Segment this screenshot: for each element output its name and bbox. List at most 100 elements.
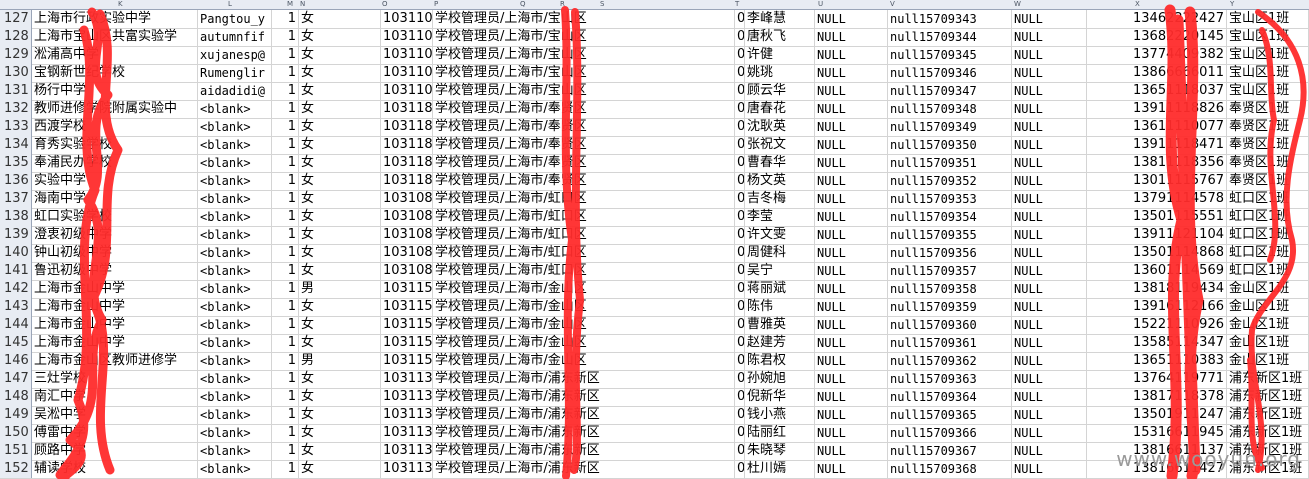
code-cell[interactable]: 103110 <box>381 28 433 46</box>
table-row[interactable]: 146 上海市金山区教师进修学 <blank> 1 男 103115 学校管理员/上海市/金… <box>0 352 1309 371</box>
null-cell[interactable]: NULL <box>1012 226 1087 244</box>
null-cell[interactable]: NULL <box>815 280 888 298</box>
flag-cell[interactable]: 0 <box>735 118 745 136</box>
class-cell[interactable]: 浦东新区1班 <box>1227 424 1309 442</box>
flag-cell[interactable]: 0 <box>735 442 745 460</box>
flag-cell[interactable]: 0 <box>735 352 745 370</box>
class-cell[interactable]: 虹口区1班 <box>1227 262 1309 280</box>
email-cell[interactable]: xujanesp@ <box>198 46 272 64</box>
null-cell[interactable]: NULL <box>815 226 888 244</box>
null-id-cell[interactable]: null15709343 <box>888 10 1012 28</box>
null-cell[interactable]: NULL <box>815 460 888 478</box>
null-id-cell[interactable]: null15709347 <box>888 82 1012 100</box>
school-cell[interactable]: 钟山初级中学 <box>32 244 198 262</box>
code-cell[interactable]: 103110 <box>381 10 433 28</box>
table-row[interactable]: 148 南汇中学 <blank> 1 女 103113 学校管理员/上海市/浦东新区 0 倪新华… <box>0 388 1309 407</box>
school-cell[interactable]: 上海市行政实验中学 <box>32 10 198 28</box>
school-cell[interactable]: 三灶学校 <box>32 370 198 388</box>
column-header-letter[interactable]: S <box>600 0 604 9</box>
null-cell[interactable]: NULL <box>815 316 888 334</box>
gender-cell[interactable]: 女 <box>299 154 381 172</box>
gender-cell[interactable]: 男 <box>299 352 381 370</box>
phone-cell[interactable]: 13911118826 <box>1087 100 1227 118</box>
gender-cell[interactable]: 女 <box>299 226 381 244</box>
phone-cell[interactable]: 13501115551 <box>1087 208 1227 226</box>
row-number[interactable]: 151 <box>0 442 32 460</box>
email-cell[interactable]: <blank> <box>198 460 272 478</box>
school-cell[interactable]: 辅读学校 <box>32 460 198 478</box>
phone-cell[interactable]: 13911118471 <box>1087 136 1227 154</box>
table-row[interactable]: 134 育秀实验学校 <blank> 1 女 103118 学校管理员/上海市/奉贤区 0 张祝… <box>0 136 1309 155</box>
table-row[interactable]: 133 西渡学校 <blank> 1 女 103118 学校管理员/上海市/奉贤区 0 沈耿英 N… <box>0 118 1309 137</box>
null-cell[interactable]: NULL <box>815 172 888 190</box>
count-cell[interactable]: 1 <box>272 118 299 136</box>
null-id-cell[interactable]: null15709361 <box>888 334 1012 352</box>
null-id-cell[interactable]: null15709356 <box>888 244 1012 262</box>
row-number[interactable]: 130 <box>0 64 32 82</box>
flag-cell[interactable]: 0 <box>735 316 745 334</box>
name-cell[interactable]: 陈伟 <box>745 298 815 316</box>
flag-cell[interactable]: 0 <box>735 280 745 298</box>
table-row[interactable]: 151 顾路中学 <blank> 1 女 103113 学校管理员/上海市/浦东新区 0 朱晓琴… <box>0 442 1309 461</box>
name-cell[interactable]: 沈耿英 <box>745 118 815 136</box>
null-id-cell[interactable]: null15709350 <box>888 136 1012 154</box>
null-id-cell[interactable]: null15709344 <box>888 28 1012 46</box>
school-cell[interactable]: 吴淞中学 <box>32 406 198 424</box>
flag-cell[interactable]: 0 <box>735 406 745 424</box>
class-cell[interactable]: 金山区1班 <box>1227 280 1309 298</box>
name-cell[interactable]: 许文雯 <box>745 226 815 244</box>
email-cell[interactable]: <blank> <box>198 424 272 442</box>
gender-cell[interactable]: 女 <box>299 424 381 442</box>
name-cell[interactable]: 陈君权 <box>745 352 815 370</box>
email-cell[interactable]: <blank> <box>198 316 272 334</box>
role-path-cell[interactable]: 学校管理员/上海市/金山区 <box>433 298 735 316</box>
count-cell[interactable]: 1 <box>272 136 299 154</box>
email-cell[interactable]: aidadidi@ <box>198 82 272 100</box>
email-cell[interactable]: <blank> <box>198 244 272 262</box>
null-id-cell[interactable]: null15709348 <box>888 100 1012 118</box>
row-number[interactable]: 150 <box>0 424 32 442</box>
table-row[interactable]: 138 虹口实验学校 <blank> 1 女 103108 学校管理员/上海市/虹口区 0 李莹… <box>0 208 1309 227</box>
role-path-cell[interactable]: 学校管理员/上海市/虹口区 <box>433 226 735 244</box>
null-cell[interactable]: NULL <box>1012 100 1087 118</box>
null-cell[interactable]: NULL <box>815 298 888 316</box>
null-id-cell[interactable]: null15709357 <box>888 262 1012 280</box>
null-cell[interactable]: NULL <box>1012 172 1087 190</box>
null-cell[interactable]: NULL <box>1012 424 1087 442</box>
flag-cell[interactable]: 0 <box>735 262 745 280</box>
gender-cell[interactable]: 女 <box>299 100 381 118</box>
flag-cell[interactable]: 0 <box>735 154 745 172</box>
name-cell[interactable]: 周健科 <box>745 244 815 262</box>
gender-cell[interactable]: 女 <box>299 316 381 334</box>
count-cell[interactable]: 1 <box>272 370 299 388</box>
phone-cell[interactable]: 13817118378 <box>1087 388 1227 406</box>
null-id-cell[interactable]: null15709362 <box>888 352 1012 370</box>
school-cell[interactable]: 西渡学校 <box>32 118 198 136</box>
school-cell[interactable]: 南汇中学 <box>32 388 198 406</box>
table-row[interactable]: 147 三灶学校 <blank> 1 女 103113 学校管理员/上海市/浦东新区 0 孙婉旭… <box>0 370 1309 389</box>
table-row[interactable]: 143 上海市金山中学 <blank> 1 女 103115 学校管理员/上海市/金山区 0 陈… <box>0 298 1309 317</box>
code-cell[interactable]: 103108 <box>381 226 433 244</box>
class-cell[interactable]: 浦东新区1班 <box>1227 370 1309 388</box>
code-cell[interactable]: 103113 <box>381 460 433 478</box>
gender-cell[interactable]: 女 <box>299 64 381 82</box>
phone-cell[interactable]: 13651110383 <box>1087 352 1227 370</box>
class-cell[interactable]: 奉贤区1班 <box>1227 118 1309 136</box>
null-cell[interactable]: NULL <box>815 244 888 262</box>
email-cell[interactable]: <blank> <box>198 334 272 352</box>
row-number[interactable]: 142 <box>0 280 32 298</box>
null-id-cell[interactable]: null15709365 <box>888 406 1012 424</box>
count-cell[interactable]: 1 <box>272 244 299 262</box>
role-path-cell[interactable]: 学校管理员/上海市/奉贤区 <box>433 172 735 190</box>
null-cell[interactable]: NULL <box>815 262 888 280</box>
email-cell[interactable]: autumnfif <box>198 28 272 46</box>
name-cell[interactable]: 曹雅英 <box>745 316 815 334</box>
column-header-letter[interactable]: U <box>818 0 823 9</box>
null-cell[interactable]: NULL <box>1012 406 1087 424</box>
code-cell[interactable]: 103108 <box>381 244 433 262</box>
null-cell[interactable]: NULL <box>1012 442 1087 460</box>
gender-cell[interactable]: 女 <box>299 244 381 262</box>
column-header-letter[interactable]: W <box>1014 0 1021 9</box>
gender-cell[interactable]: 女 <box>299 298 381 316</box>
email-cell[interactable]: <blank> <box>198 208 272 226</box>
